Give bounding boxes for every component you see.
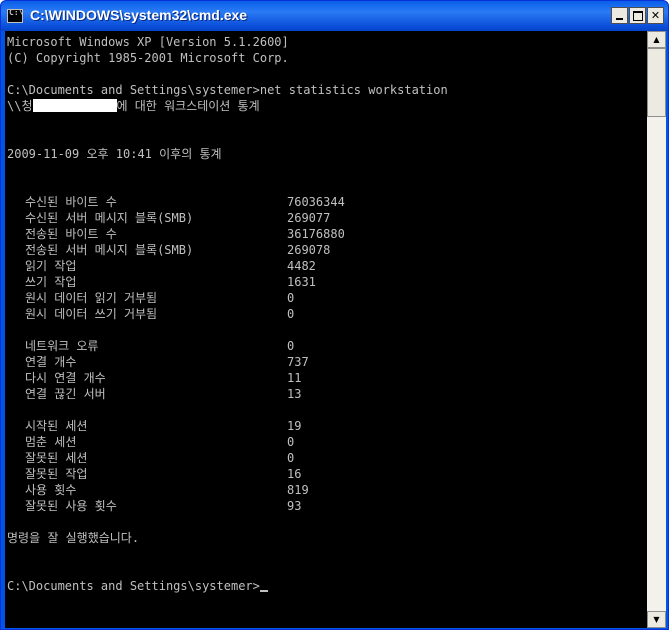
console-success-line: 명령을 잘 실행했습니다. (7, 531, 140, 545)
stat-label-server-disconnects: 연결 끊긴 서버 (25, 387, 106, 401)
title-bar[interactable]: C:\ C:\WINDOWS\system32\cmd.exe ✕ (1, 1, 668, 31)
stat-value-sessions-started: 19 (287, 419, 302, 433)
stat-label-reconnects: 다시 연결 개수 (25, 371, 106, 385)
close-icon: ✕ (650, 9, 661, 22)
stat-label-read-ops: 읽기 작업 (25, 259, 77, 273)
close-button[interactable]: ✕ (647, 7, 664, 24)
redacted-computer-name (32, 99, 117, 112)
console-output[interactable]: Microsoft Windows XP [Version 5.1.2600] … (5, 31, 647, 628)
console-prompt-line[interactable]: C:\Documents and Settings\systemer> (7, 578, 268, 594)
stat-label-failed-use-count: 잘못된 사용 횟수 (25, 499, 117, 513)
stat-value-smb-sent: 269078 (287, 243, 331, 257)
stat-label-smb-received: 수신된 서버 메시지 블록(SMB) (25, 211, 194, 225)
maximize-icon (632, 11, 643, 21)
scrollbar-thumb[interactable] (647, 48, 666, 117)
stat-label-smb-sent: 전송된 서버 메시지 블록(SMB) (25, 243, 194, 257)
stat-label-raw-writes-denied: 원시 데이터 쓰기 거부됨 (25, 307, 158, 321)
maximize-button[interactable] (629, 7, 646, 24)
stat-value-failed-use-count: 93 (287, 499, 302, 513)
stat-value-use-count: 819 (287, 483, 309, 497)
minimize-icon (616, 18, 623, 20)
stat-label-network-errors: 네트워크 오류 (25, 339, 99, 353)
stat-value-failed-operations: 16 (287, 467, 302, 481)
stat-label-failed-operations: 잘못된 작업 (25, 467, 88, 481)
stat-value-read-ops: 4482 (287, 259, 316, 273)
vertical-scrollbar[interactable]: ▲ ▼ (647, 31, 666, 628)
scroll-up-button[interactable]: ▲ (647, 31, 666, 48)
stat-value-network-errors: 0 (287, 339, 295, 353)
stat-label-connections: 연결 개수 (25, 355, 77, 369)
cmd-app-icon-text: C:\ (9, 8, 24, 17)
scroll-down-button[interactable]: ▼ (647, 611, 666, 628)
subtitle-prefix: \\청 (7, 99, 33, 113)
console-command-line: C:\Documents and Settings\systemer>net s… (7, 83, 448, 97)
stat-label-raw-reads-denied: 원시 데이터 읽기 거부됨 (25, 291, 158, 305)
minimize-button[interactable] (611, 7, 628, 24)
stat-value-server-disconnects: 13 (287, 387, 302, 401)
stat-value-smb-received: 269077 (287, 211, 331, 225)
console-header-version: Microsoft Windows XP [Version 5.1.2600] (7, 35, 289, 49)
scroll-down-arrow-icon: ▼ (653, 615, 660, 624)
cmd-window: C:\ C:\WINDOWS\system32\cmd.exe ✕ Micros… (0, 0, 669, 630)
stat-value-connections: 737 (287, 355, 309, 369)
scroll-up-arrow-icon: ▲ (653, 35, 660, 44)
console-since-line: 2009-11-09 오후 10:41 이후의 통계 (7, 147, 222, 161)
stat-value-bytes-sent: 36176880 (287, 227, 345, 241)
cmd-app-icon[interactable]: C:\ (7, 8, 24, 23)
stat-label-failed-sessions: 잘못된 세션 (25, 451, 88, 465)
console-subtitle-line: \\청 에 대한 워크스테이션 통계 (7, 98, 260, 114)
stat-value-failed-sessions: 0 (287, 451, 295, 465)
text-cursor (259, 590, 268, 592)
stat-label-hung-sessions: 멈춘 세션 (25, 435, 77, 449)
subtitle-suffix: 에 대한 워크스테이션 통계 (116, 99, 260, 113)
stat-label-bytes-received: 수신된 바이트 수 (25, 195, 117, 209)
console-header-copyright: (C) Copyright 1985-2001 Microsoft Corp. (7, 51, 289, 65)
stat-value-hung-sessions: 0 (287, 435, 295, 449)
stat-value-raw-reads-denied: 0 (287, 291, 295, 305)
stat-value-bytes-received: 76036344 (287, 195, 345, 209)
stat-label-write-ops: 쓰기 작업 (25, 275, 77, 289)
window-title: C:\WINDOWS\system32\cmd.exe (30, 7, 248, 23)
stat-label-sessions-started: 시작된 세션 (25, 419, 88, 433)
stat-value-write-ops: 1631 (287, 275, 316, 289)
stat-value-raw-writes-denied: 0 (287, 307, 295, 321)
stat-label-use-count: 사용 횟수 (25, 483, 77, 497)
stat-label-bytes-sent: 전송된 바이트 수 (25, 227, 117, 241)
prompt-text: C:\Documents and Settings\systemer> (7, 579, 260, 593)
stat-value-reconnects: 11 (287, 371, 302, 385)
